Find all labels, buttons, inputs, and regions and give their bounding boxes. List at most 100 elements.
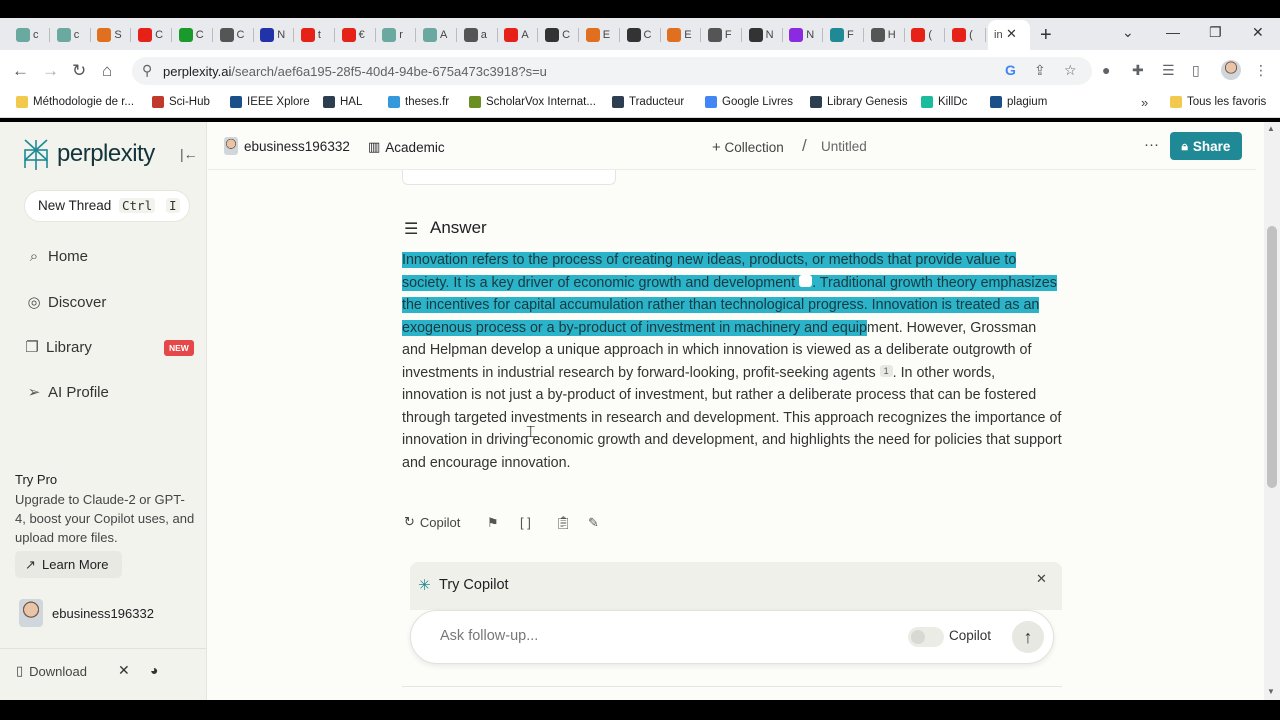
browser-tab[interactable]: ( <box>946 24 987 46</box>
tab-label: c <box>73 29 80 41</box>
bookmark-item[interactable]: Library Genesis <box>810 96 908 108</box>
bookmark-item[interactable]: KillDc <box>921 96 967 108</box>
browser-tab[interactable]: N <box>783 24 824 46</box>
browser-tab[interactable]: E <box>580 24 620 46</box>
minimize-icon[interactable]: — <box>1166 24 1180 40</box>
library-icon: ❐ <box>25 339 39 356</box>
browser-tab[interactable]: F <box>824 24 864 46</box>
bookmark-item[interactable]: Traducteur <box>612 96 684 108</box>
followup-input[interactable] <box>440 626 880 646</box>
x-twitter-icon[interactable]: ✕ <box>118 662 130 679</box>
answer-body: Innovation refers to the process of crea… <box>402 252 1062 471</box>
browser-tab[interactable]: C <box>621 24 661 46</box>
all-bookmarks-folder[interactable]: Tous les favoris <box>1170 96 1266 108</box>
thread-title[interactable]: Untitled <box>821 139 867 154</box>
add-to-collection-button[interactable]: + Collection <box>712 139 784 156</box>
share-button[interactable]: 🔒︎ Share <box>1170 132 1242 160</box>
browser-tab[interactable]: t <box>295 24 335 46</box>
user-avatar[interactable] <box>19 599 43 627</box>
browser-tab[interactable]: C <box>132 24 173 46</box>
browser-menu-icon[interactable]: ⋮ <box>1254 62 1268 79</box>
expand-icon[interactable]: [ ] <box>520 515 531 530</box>
site-info-icon[interactable]: ⚲ <box>142 62 152 79</box>
sidebar-username[interactable]: ebusiness196332 <box>52 606 154 621</box>
close-icon[interactable]: ✕ <box>1036 571 1047 587</box>
browser-tab[interactable]: N <box>254 24 295 46</box>
sidebar-item-discover[interactable]: ◎ Discover <box>26 293 106 312</box>
submit-button[interactable]: ↑ <box>1012 621 1044 653</box>
browser-tab[interactable]: C <box>214 24 254 46</box>
browser-tab[interactable]: a <box>458 24 498 46</box>
focus-mode[interactable]: ▥ Academic <box>368 139 445 155</box>
browser-tab[interactable]: c <box>51 24 91 46</box>
tab-favicon-icon <box>585 28 600 42</box>
citation-badge[interactable]: 1 <box>799 274 813 287</box>
browser-tab[interactable]: C <box>173 24 213 46</box>
answer-heading: Answer <box>430 218 487 237</box>
tab-search-icon[interactable]: ⌄ <box>1122 24 1134 41</box>
extensions-puzzle-icon[interactable]: ✚ <box>1132 62 1144 79</box>
scroll-up-icon[interactable]: ▲ <box>1267 124 1275 133</box>
bookmark-favicon-icon <box>612 96 624 108</box>
browser-tab[interactable]: F <box>702 24 742 46</box>
google-icon[interactable]: G <box>1005 62 1016 78</box>
collapse-sidebar-icon[interactable]: |← <box>180 146 198 162</box>
tab-label: ( <box>969 29 973 41</box>
bookmark-item[interactable]: Méthodologie de r... <box>16 96 134 108</box>
browser-tab[interactable]: S <box>91 24 132 46</box>
edit-icon[interactable]: ✎ <box>588 515 599 531</box>
sidebar-item-ai-profile[interactable]: ➢ AI Profile <box>26 383 109 402</box>
browser-tab[interactable]: c <box>10 24 50 46</box>
browser-tab[interactable]: A <box>498 24 539 46</box>
sidebar-item-home[interactable]: ⌕ Home <box>26 248 88 265</box>
browser-tab[interactable]: ( <box>905 24 946 46</box>
close-window-icon[interactable]: ✕ <box>1252 24 1264 41</box>
profile-avatar-icon[interactable] <box>1221 60 1241 80</box>
share-page-icon[interactable]: ⇪ <box>1034 62 1046 79</box>
bookmark-item[interactable]: IEEE Xplore <box>230 96 310 108</box>
browser-tab[interactable]: A <box>417 24 457 46</box>
rewrite-copilot-button[interactable]: ↻ Copilot <box>404 514 460 530</box>
home-icon[interactable]: ⌂ <box>102 61 112 81</box>
sidebar-item-library[interactable]: ❐ Library <box>24 338 92 357</box>
citation-badge[interactable]: 1 <box>879 364 893 377</box>
browser-tab[interactable]: € <box>336 24 376 46</box>
browser-tab[interactable]: N <box>743 24 783 46</box>
tab-favicon-icon <box>626 28 641 42</box>
flag-icon[interactable]: ⚑ <box>487 515 499 531</box>
media-control-icon[interactable]: ☰ <box>1162 62 1175 79</box>
bookmark-item[interactable]: Google Livres <box>705 96 793 108</box>
tab-label: C <box>562 29 571 41</box>
browser-tab[interactable]: E <box>661 24 702 46</box>
copy-clipboard-icon[interactable]: 📋︎ <box>555 515 572 531</box>
bookmark-item[interactable]: Sci-Hub <box>152 96 210 108</box>
bookmark-item[interactable]: plagium <box>990 96 1047 108</box>
bookmark-item[interactable]: theses.fr <box>388 96 449 108</box>
bookmark-item[interactable]: ScholarVox Internat... <box>469 96 596 108</box>
more-bookmarks-icon[interactable]: » <box>1141 95 1148 110</box>
restore-icon[interactable]: ❐ <box>1209 24 1222 41</box>
scroll-down-icon[interactable]: ▼ <box>1267 687 1275 696</box>
download-link[interactable]: ▯ Download <box>16 663 87 679</box>
bookmark-favicon-icon <box>230 96 242 108</box>
tab-favicon-icon <box>423 28 437 42</box>
scrollbar-thumb[interactable] <box>1267 226 1277 488</box>
reload-icon[interactable]: ↻ <box>72 61 86 81</box>
sources-card[interactable] <box>402 170 616 185</box>
tab-label: C <box>195 29 204 41</box>
extension-circle-icon[interactable]: ● <box>1102 62 1110 78</box>
browser-tab[interactable]: H <box>865 24 905 46</box>
more-options-icon[interactable]: ··· <box>1144 136 1159 153</box>
tab-favicon-icon <box>56 28 71 42</box>
bookmark-star-icon[interactable]: ☆ <box>1064 62 1077 79</box>
back-icon[interactable]: ← <box>12 61 29 81</box>
tab-favicon-icon <box>178 28 193 42</box>
forward-icon[interactable]: → <box>42 61 59 81</box>
browser-tab[interactable]: r <box>376 24 417 46</box>
bookmark-item[interactable]: HAL <box>323 96 362 108</box>
discord-icon[interactable]: ◕ <box>150 662 158 678</box>
browser-tab[interactable]: C <box>539 24 580 46</box>
new-tab-icon[interactable]: + <box>1040 24 1052 47</box>
side-panel-icon[interactable]: ▯ <box>1192 62 1200 79</box>
close-tab-icon[interactable]: ✕ <box>1006 26 1017 42</box>
